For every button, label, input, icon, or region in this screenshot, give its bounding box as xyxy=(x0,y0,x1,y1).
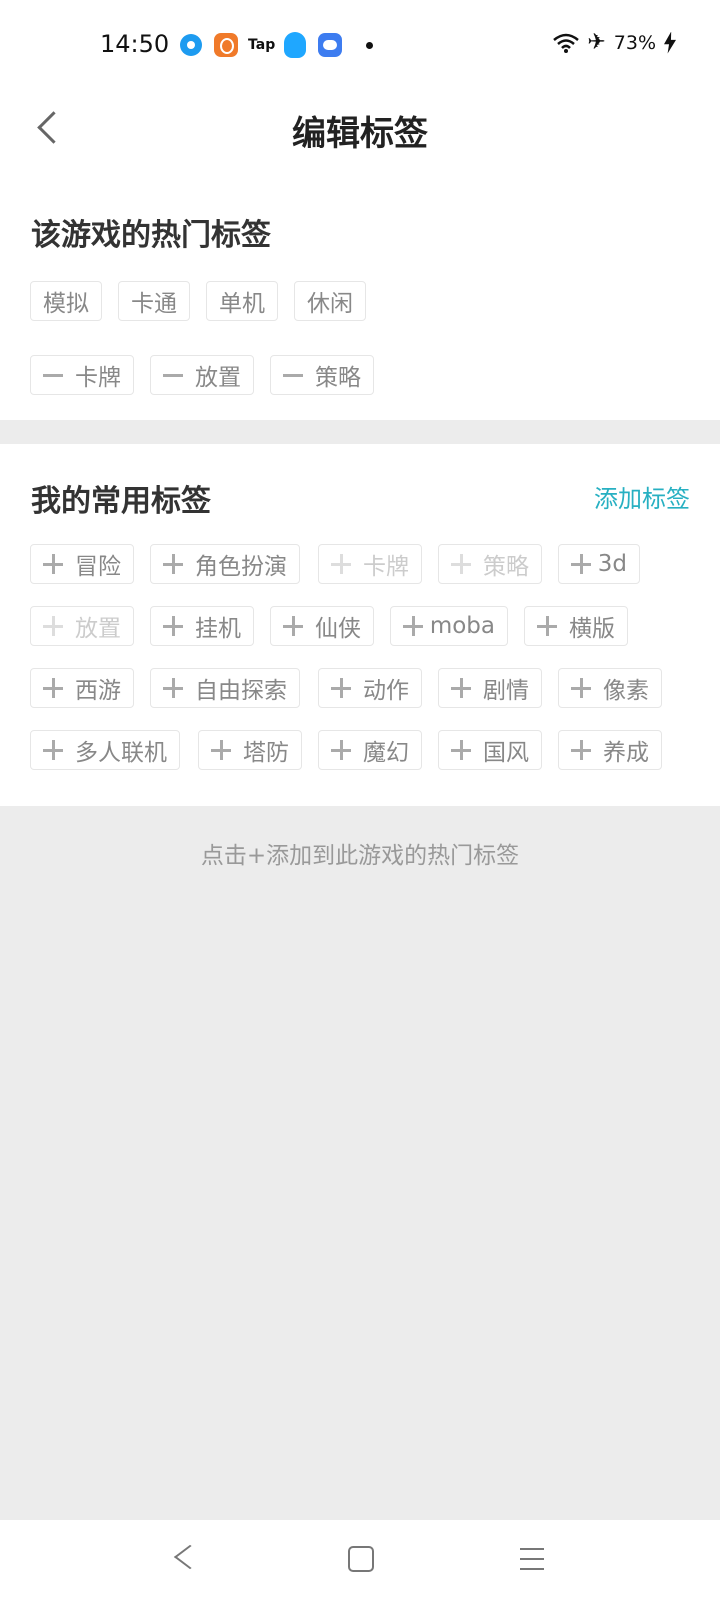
plus-icon[interactable] xyxy=(43,740,63,760)
my-tag-label: 卡牌 xyxy=(363,554,409,580)
nav-back-icon[interactable] xyxy=(176,1544,200,1570)
my-tag-label: 角色扮演 xyxy=(195,554,287,580)
my-tag-label: 自由探索 xyxy=(195,678,287,704)
minus-icon[interactable] xyxy=(163,365,183,385)
status-time: 14:50 xyxy=(100,30,170,58)
plus-icon[interactable] xyxy=(571,678,591,698)
my-tag-label: 放置 xyxy=(75,616,121,642)
cloud-app-icon xyxy=(318,33,342,57)
my-tag[interactable]: 塔防 xyxy=(198,730,302,770)
my-tag[interactable]: 养成 xyxy=(558,730,662,770)
plus-icon xyxy=(451,554,471,574)
plus-icon[interactable] xyxy=(571,740,591,760)
hot-tags-title: 该游戏的热门标签 xyxy=(31,218,271,253)
plus-icon[interactable] xyxy=(331,678,351,698)
my-tag: 卡牌 xyxy=(318,544,422,584)
my-tag[interactable]: 冒险 xyxy=(30,544,134,584)
plus-icon[interactable] xyxy=(571,554,591,574)
my-tags-title: 我的常用标签 xyxy=(31,484,211,519)
my-tag[interactable]: 角色扮演 xyxy=(150,544,300,584)
removable-hot-tag[interactable]: 放置 xyxy=(150,355,254,395)
removable-hot-tag[interactable]: 策略 xyxy=(270,355,374,395)
removable-hot-tag[interactable]: 卡牌 xyxy=(30,355,134,395)
my-tag-label: moba xyxy=(429,613,495,639)
section-divider xyxy=(0,420,720,444)
my-tag[interactable]: 多人联机 xyxy=(30,730,180,770)
plus-icon[interactable] xyxy=(331,740,351,760)
plus-icon[interactable] xyxy=(451,740,471,760)
tap-app-icon: Tap xyxy=(248,37,276,53)
minus-icon[interactable] xyxy=(283,365,303,385)
hot-tag: 休闲 xyxy=(294,281,366,321)
status-right: ✈ 73% xyxy=(553,30,676,55)
my-tag[interactable]: 西游 xyxy=(30,668,134,708)
charging-icon xyxy=(664,31,676,54)
my-tag[interactable]: 动作 xyxy=(318,668,422,708)
my-tag-label: 策略 xyxy=(483,554,529,580)
my-tag-label: 剧情 xyxy=(483,678,529,704)
system-nav-bar xyxy=(0,1520,720,1608)
notification-dot-icon xyxy=(366,42,373,49)
my-tag: 放置 xyxy=(30,606,134,646)
my-tag[interactable]: 像素 xyxy=(558,668,662,708)
plus-icon[interactable] xyxy=(211,740,231,760)
my-tag-label: 塔防 xyxy=(243,740,289,766)
my-tag-label: 横版 xyxy=(569,616,615,642)
page-title: 编辑标签 xyxy=(292,114,428,154)
plus-icon[interactable] xyxy=(163,554,183,574)
my-tag[interactable]: 3d xyxy=(558,544,640,584)
plus-icon[interactable] xyxy=(403,616,423,636)
my-tag-label: 动作 xyxy=(363,678,409,704)
hot-tag: 卡通 xyxy=(118,281,190,321)
plus-icon[interactable] xyxy=(43,678,63,698)
my-tag[interactable]: 仙侠 xyxy=(270,606,374,646)
minus-icon[interactable] xyxy=(43,365,63,385)
my-tag-label: 西游 xyxy=(75,678,121,704)
status-bar: 14:50 Tap ✈ 73% xyxy=(0,0,720,90)
plus-icon[interactable] xyxy=(537,616,557,636)
qq-icon xyxy=(284,32,306,58)
plus-icon[interactable] xyxy=(163,678,183,698)
my-tag[interactable]: 剧情 xyxy=(438,668,542,708)
my-tag-label: 国风 xyxy=(483,740,529,766)
my-tag[interactable]: 自由探索 xyxy=(150,668,300,708)
my-tag[interactable]: 国风 xyxy=(438,730,542,770)
my-tag[interactable]: 挂机 xyxy=(150,606,254,646)
plus-icon[interactable] xyxy=(43,554,63,574)
my-tag-label: 3d xyxy=(597,551,627,577)
my-tag[interactable]: 魔幻 xyxy=(318,730,422,770)
airplane-mode-icon: ✈ xyxy=(587,30,606,55)
my-tag-label: 多人联机 xyxy=(75,740,167,766)
my-tag-label: 冒险 xyxy=(75,554,121,580)
wifi-icon xyxy=(553,33,580,53)
my-tag: 策略 xyxy=(438,544,542,584)
plus-icon[interactable] xyxy=(283,616,303,636)
my-tag-label: 养成 xyxy=(603,740,649,766)
my-tag[interactable]: 横版 xyxy=(524,606,628,646)
my-tag-label: 魔幻 xyxy=(363,740,409,766)
nav-menu-icon[interactable] xyxy=(520,1548,544,1570)
my-tag-label: 仙侠 xyxy=(315,616,361,642)
add-tag-button[interactable]: 添加标签 xyxy=(594,479,690,514)
app-header: 编辑标签 xyxy=(0,90,720,168)
plus-icon xyxy=(331,554,351,574)
plus-icon[interactable] xyxy=(163,616,183,636)
plus-icon xyxy=(43,616,63,636)
hint-text: 点击+添加到此游戏的热门标签 xyxy=(200,843,520,869)
hot-tag: 单机 xyxy=(206,281,278,321)
my-tag-label: 挂机 xyxy=(195,616,241,642)
plus-icon[interactable] xyxy=(451,678,471,698)
hot-tag: 模拟 xyxy=(30,281,102,321)
battery-percent: 73% xyxy=(613,31,656,54)
nav-home-icon[interactable] xyxy=(348,1546,374,1572)
my-tag[interactable]: moba xyxy=(390,606,508,646)
top-panel: 14:50 Tap ✈ 73% 编辑标签 该游戏的热门标签 模拟 卡通 单机 休… xyxy=(0,0,720,440)
browser-app-icon xyxy=(180,34,202,56)
my-tag-label: 像素 xyxy=(603,678,649,704)
orange-app-icon xyxy=(214,33,238,57)
